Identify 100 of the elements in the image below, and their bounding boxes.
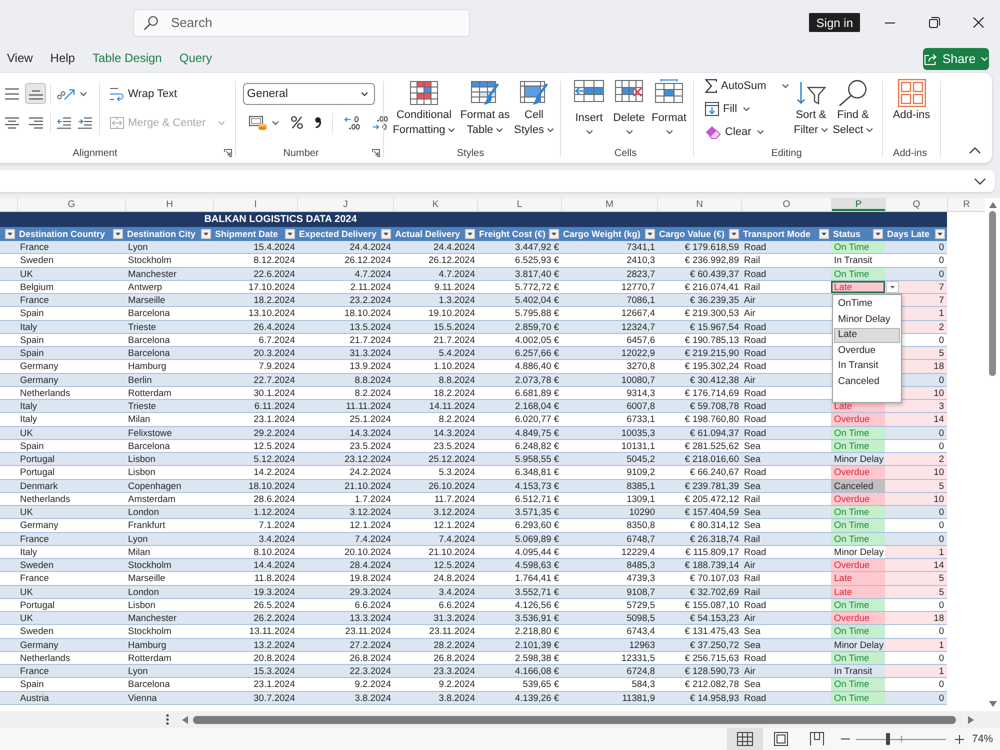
- chevron-up-icon[interactable]: [969, 147, 981, 154]
- column-header[interactable]: H: [125, 198, 213, 211]
- add-ins-button[interactable]: Add-ins: [883, 73, 940, 143]
- filter-dropdown-icon[interactable]: [873, 229, 883, 239]
- plus-icon[interactable]: [955, 734, 964, 744]
- days-late-cell: 5: [885, 572, 947, 584]
- status-cell[interactable]: Overdue: [831, 492, 885, 505]
- filter-dropdown-icon[interactable]: [819, 229, 829, 239]
- wrap-text-button[interactable]: Wrap Text: [110, 83, 235, 104]
- column-header[interactable]: K: [393, 198, 477, 211]
- scroll-down-icon[interactable]: [988, 701, 996, 707]
- search-field[interactable]: Search: [133, 8, 470, 36]
- table-cell-text: € 236.992,89: [684, 254, 740, 266]
- alignment-button[interactable]: [25, 83, 46, 104]
- ribbon-button[interactable]: Find & Select: [832, 73, 874, 143]
- vertical-dots-icon[interactable]: [166, 714, 169, 725]
- filter-dropdown-icon[interactable]: [935, 229, 945, 239]
- filter-dropdown-icon[interactable]: [729, 229, 739, 239]
- table-cell-text: 28.4.2024: [348, 559, 392, 572]
- filter-dropdown-icon[interactable]: [201, 229, 211, 239]
- scroll-left-icon[interactable]: [182, 716, 188, 724]
- status-cell[interactable]: Minor Delay: [831, 546, 885, 558]
- menu-tab[interactable]: Query: [179, 48, 212, 68]
- status-cell[interactable]: Overdue: [831, 466, 885, 478]
- table-cell-text: 12.1.2024: [432, 519, 476, 532]
- ribbon-button[interactable]: Cell Styles: [513, 73, 555, 143]
- table-cell-text: 14.2.2024: [252, 466, 296, 478]
- column-header[interactable]: Q: [885, 198, 947, 211]
- sign-in-button[interactable]: Sign in: [809, 13, 860, 32]
- table-cell-text: Lyon: [127, 532, 149, 545]
- ribbon-button[interactable]: Format: [649, 73, 689, 143]
- scroll-up-icon[interactable]: [988, 202, 996, 208]
- zoom-slider-thumb[interactable]: [886, 733, 890, 745]
- close-icon[interactable]: [972, 17, 984, 28]
- status-cell[interactable]: On Time: [831, 692, 885, 704]
- ribbon-button[interactable]: Format as Table: [457, 73, 513, 143]
- status-cell[interactable]: Minor Delay: [831, 453, 885, 466]
- status-cell[interactable]: On Time: [831, 241, 885, 254]
- status-cell[interactable]: In Transit: [831, 254, 885, 266]
- filter-dropdown-icon[interactable]: [113, 229, 123, 239]
- status-cell[interactable]: On Time: [831, 426, 885, 439]
- status-cell[interactable]: On Time: [831, 678, 885, 690]
- status-cell[interactable]: On Time: [831, 440, 885, 452]
- status-cell[interactable]: On Time: [831, 598, 885, 611]
- scrollbar-thumb[interactable]: [989, 211, 996, 376]
- column-header[interactable]: G: [17, 198, 125, 211]
- ribbon-button[interactable]: Conditional Formatting: [391, 73, 457, 143]
- status-cell[interactable]: Late: [831, 572, 885, 584]
- column-header[interactable]: P: [831, 198, 885, 211]
- chevron-down-icon[interactable]: [974, 178, 986, 185]
- status-cell[interactable]: On Time: [831, 268, 885, 280]
- column-header[interactable]: I: [213, 198, 297, 211]
- column-header[interactable]: M: [561, 198, 657, 211]
- table-cell-text: Sea: [743, 480, 762, 492]
- minus-icon[interactable]: [841, 738, 850, 740]
- filter-dropdown-icon[interactable]: [381, 229, 391, 239]
- ribbon-button[interactable]: Clear: [705, 120, 790, 143]
- status-cell[interactable]: On Time: [831, 519, 885, 532]
- status-cell[interactable]: On Time: [831, 506, 885, 518]
- table-cell-text: € 218.016,60: [684, 453, 740, 466]
- filter-dropdown-icon[interactable]: [645, 229, 655, 239]
- view-button[interactable]: [727, 728, 763, 750]
- dropdown-option[interactable]: Canceled: [834, 374, 900, 390]
- minimize-icon[interactable]: [885, 22, 895, 24]
- status-cell[interactable]: On Time: [831, 532, 885, 545]
- menu-tab[interactable]: Help: [50, 48, 75, 68]
- ribbon-button[interactable]: Sort & Filter: [790, 73, 832, 143]
- share-button[interactable]: Share: [923, 48, 989, 70]
- ribbon-button[interactable]: Delete: [609, 73, 649, 143]
- ribbon-button[interactable]: Insert: [569, 73, 609, 143]
- filter-dropdown-icon[interactable]: [465, 229, 475, 239]
- status-cell[interactable]: On Time: [831, 625, 885, 638]
- status-cell[interactable]: On Time: [831, 652, 885, 664]
- status-cell[interactable]: Minor Delay: [831, 638, 885, 651]
- status-cell[interactable]: Late: [831, 586, 885, 598]
- status-cell[interactable]: Overdue: [831, 413, 885, 426]
- dialog-launcher-icon[interactable]: [224, 149, 232, 157]
- number-format-dropdown[interactable]: General: [243, 83, 375, 105]
- grid-left-arrow-icon: [574, 80, 604, 102]
- column-header[interactable]: J: [297, 198, 393, 211]
- dialog-launcher-icon[interactable]: [372, 149, 380, 157]
- menu-tab[interactable]: Table Design: [92, 48, 162, 68]
- ribbon-button[interactable]: AutoSum: [705, 74, 790, 97]
- status-cell[interactable]: Canceled: [831, 480, 885, 492]
- scroll-right-icon[interactable]: [968, 716, 974, 724]
- status-cell[interactable]: Overdue: [831, 559, 885, 572]
- filter-dropdown-icon[interactable]: [285, 229, 295, 239]
- column-header[interactable]: L: [477, 198, 561, 211]
- filter-dropdown-icon[interactable]: [549, 229, 559, 239]
- status-cell[interactable]: Late: [831, 280, 885, 293]
- status-cell[interactable]: Overdue: [831, 612, 885, 624]
- filter-dropdown-icon[interactable]: [5, 229, 15, 239]
- scrollbar-thumb[interactable]: [193, 716, 956, 724]
- ribbon-button[interactable]: Fill: [705, 97, 790, 120]
- restore-icon[interactable]: [928, 17, 940, 28]
- column-header[interactable]: N: [657, 198, 741, 211]
- column-title: Freight Cost (€): [479, 229, 546, 239]
- status-cell[interactable]: In Transit: [831, 665, 885, 678]
- dropdown-option[interactable]: Late: [834, 328, 900, 343]
- menu-tab[interactable]: View: [7, 48, 33, 68]
